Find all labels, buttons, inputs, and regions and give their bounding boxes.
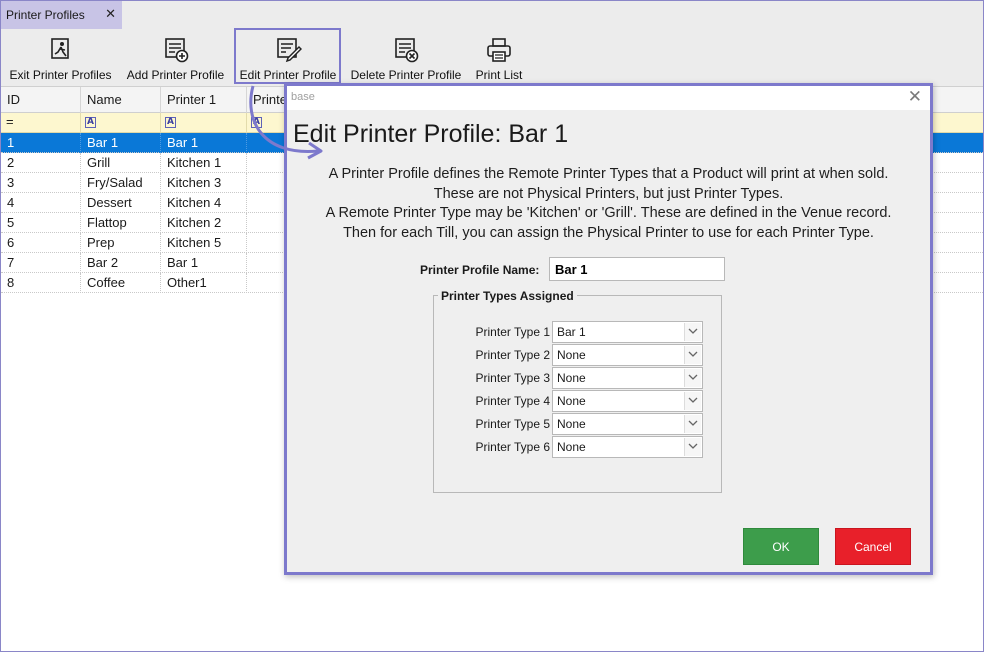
cell-printer1: Bar 1 xyxy=(161,133,247,153)
cell-name: Bar 2 xyxy=(81,253,161,273)
printer-type-select[interactable]: None xyxy=(552,344,703,366)
cell-name: Flattop xyxy=(81,213,161,233)
printer-type-label: Printer Type 5 xyxy=(475,417,550,431)
cell-id: 7 xyxy=(1,253,81,273)
description-line: A Printer Profile defines the Remote Pri… xyxy=(328,166,889,182)
chevron-down-icon[interactable] xyxy=(684,415,701,433)
printer-type-row: Printer Type 4 None xyxy=(434,390,723,412)
add-document-icon xyxy=(164,38,188,63)
printer-type-row: Printer Type 2 None xyxy=(434,344,723,366)
printer-types-group: Printer Types Assigned Printer Type 1 Bar… xyxy=(433,289,723,493)
printer-type-select[interactable]: None xyxy=(552,413,703,435)
printer-type-select[interactable]: Bar 1 xyxy=(552,321,703,343)
cell-name: Fry/Salad xyxy=(81,173,161,193)
cell-printer1: Kitchen 3 xyxy=(161,173,247,193)
profile-name-input[interactable] xyxy=(549,257,725,281)
printer-type-row: Printer Type 1 Bar 1 xyxy=(434,321,723,343)
delete-document-icon xyxy=(395,38,419,63)
printer-type-label: Printer Type 1 xyxy=(475,325,550,339)
dialog-close-icon[interactable]: ✕ xyxy=(908,87,922,107)
cell-printer1: Kitchen 1 xyxy=(161,153,247,173)
filter-cell-id[interactable]: = xyxy=(1,113,81,133)
cell-printer1: Kitchen 5 xyxy=(161,233,247,253)
printer-type-label: Printer Type 6 xyxy=(475,440,550,454)
add-printer-profile-button[interactable]: Add Printer Profile xyxy=(125,29,226,87)
exit-icon xyxy=(50,38,69,59)
printer-type-value: None xyxy=(557,440,586,454)
add-printer-profile-label: Add Printer Profile xyxy=(126,68,225,82)
cell-name: Prep xyxy=(81,233,161,253)
cell-name: Coffee xyxy=(81,273,161,293)
dialog-titlebar-text: base xyxy=(291,91,315,103)
printer-type-select[interactable]: None xyxy=(552,390,703,412)
cell-id: 4 xyxy=(1,193,81,213)
toolbar: Exit Printer Profiles Add Printer Profil… xyxy=(1,29,983,87)
printer-type-row: Printer Type 3 None xyxy=(434,367,723,389)
cell-id: 5 xyxy=(1,213,81,233)
column-header-name[interactable]: Name xyxy=(81,87,161,113)
delete-printer-profile-label: Delete Printer Profile xyxy=(350,68,462,82)
cell-id: 1 xyxy=(1,133,81,153)
printer-type-value: None xyxy=(557,417,586,431)
filter-equals-icon: = xyxy=(6,114,14,129)
exit-printer-profiles-label: Exit Printer Profiles xyxy=(9,68,112,82)
print-list-button[interactable]: Print List xyxy=(473,29,525,87)
description-line: Then for each Till, you can assign the P… xyxy=(343,224,874,241)
cell-id: 3 xyxy=(1,173,81,193)
printer-type-value: None xyxy=(557,394,586,408)
cancel-button[interactable]: Cancel xyxy=(835,528,911,565)
chevron-down-icon[interactable] xyxy=(684,392,701,410)
cell-printer1: Bar 1 xyxy=(161,253,247,273)
printer-type-label: Printer Type 2 xyxy=(475,348,550,362)
printer-type-value: Bar 1 xyxy=(557,325,586,339)
text-filter-icon: A xyxy=(251,117,262,128)
printer-type-label: Printer Type 4 xyxy=(475,394,550,408)
printer-type-select[interactable]: None xyxy=(552,367,703,389)
delete-printer-profile-button[interactable]: Delete Printer Profile xyxy=(348,29,464,87)
chevron-down-icon[interactable] xyxy=(684,346,701,364)
filter-cell-printer1[interactable]: A xyxy=(161,113,247,133)
tab-printer-profiles[interactable]: Printer Profiles ✕ xyxy=(1,1,122,29)
filter-cell-printer2[interactable]: A xyxy=(247,113,287,133)
printer-type-row: Printer Type 6 None xyxy=(434,436,723,458)
cell-printer1: Other1 xyxy=(161,273,247,293)
chevron-down-icon[interactable] xyxy=(684,369,701,387)
edit-printer-profile-dialog: base ✕ Edit Printer Profile: Bar 1 A Pri… xyxy=(284,83,933,575)
filter-cell-name[interactable]: A xyxy=(81,113,161,133)
printer-type-value: None xyxy=(557,348,586,362)
column-header-printer1[interactable]: Printer 1 xyxy=(161,87,247,113)
cell-printer1: Kitchen 2 xyxy=(161,213,247,233)
printer-icon xyxy=(487,38,511,62)
edit-button-highlight xyxy=(234,28,341,84)
cell-name: Bar 1 xyxy=(81,133,161,153)
printer-types-group-title: Printer Types Assigned xyxy=(438,289,577,303)
tab-label: Printer Profiles xyxy=(6,8,85,22)
dialog-description: A Printer Profile defines the Remote Pri… xyxy=(287,165,930,243)
text-filter-icon: A xyxy=(85,117,96,128)
printer-type-select[interactable]: None xyxy=(552,436,703,458)
cell-id: 6 xyxy=(1,233,81,253)
print-list-label: Print List xyxy=(475,68,523,82)
tab-close-icon[interactable]: ✕ xyxy=(105,7,116,22)
ok-button[interactable]: OK xyxy=(743,528,819,565)
description-line: These are not Physical Printers, but jus… xyxy=(433,185,784,202)
text-filter-icon: A xyxy=(165,117,176,128)
chevron-down-icon[interactable] xyxy=(684,323,701,341)
cell-printer1: Kitchen 4 xyxy=(161,193,247,213)
dialog-titlebar[interactable]: base ✕ xyxy=(287,86,930,110)
dialog-heading: Edit Printer Profile: Bar 1 xyxy=(293,120,569,148)
column-header-id[interactable]: ID xyxy=(1,87,81,113)
description-line: A Remote Printer Type may be 'Kitchen' o… xyxy=(325,205,892,221)
printer-type-label: Printer Type 3 xyxy=(475,371,550,385)
profile-name-label: Printer Profile Name: xyxy=(420,263,540,277)
cell-name: Dessert xyxy=(81,193,161,213)
printer-type-value: None xyxy=(557,371,586,385)
exit-printer-profiles-button[interactable]: Exit Printer Profiles xyxy=(8,29,113,87)
tab-strip: Printer Profiles ✕ xyxy=(1,1,983,29)
cell-id: 8 xyxy=(1,273,81,293)
cell-name: Grill xyxy=(81,153,161,173)
chevron-down-icon[interactable] xyxy=(684,438,701,456)
cell-id: 2 xyxy=(1,153,81,173)
printer-type-row: Printer Type 5 None xyxy=(434,413,723,435)
